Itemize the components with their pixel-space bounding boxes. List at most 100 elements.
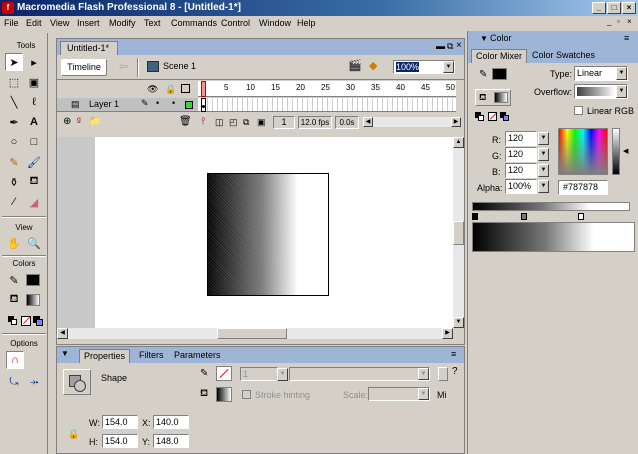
height-input[interactable]: 154.0	[102, 434, 138, 448]
hand-tool-icon[interactable]: ✋	[5, 234, 23, 252]
timeline-scroll-left-icon[interactable]: ◀	[363, 117, 373, 127]
brightness-pointer-icon[interactable]: ◀	[623, 147, 628, 155]
onion-outlines-icon[interactable]: ◰	[229, 117, 238, 128]
menu-view[interactable]: View	[50, 17, 69, 30]
scroll-up-icon[interactable]: ▲	[453, 137, 464, 148]
onion-skin-icon[interactable]: ◫	[215, 117, 224, 128]
blue-arrow-icon[interactable]: ▼	[538, 164, 549, 177]
menu-control[interactable]: Control	[221, 17, 250, 30]
doc-restore-button[interactable]: ▫	[617, 17, 620, 26]
stroke-height-arrow-icon[interactable]: ▼	[277, 368, 288, 381]
layer-name[interactable]: Layer 1	[89, 99, 119, 109]
fill-type-select[interactable]: Linear ▼	[574, 66, 628, 81]
tab-properties[interactable]: Properties	[79, 349, 131, 363]
menu-edit[interactable]: Edit	[26, 17, 42, 30]
insert-layer-icon[interactable]: ⊕	[63, 116, 71, 127]
overflow-arrow-icon[interactable]: ▼	[616, 85, 627, 98]
close-button[interactable]: ×	[622, 2, 636, 14]
keyframe[interactable]	[201, 98, 206, 112]
scroll-down-icon[interactable]: ▼	[453, 317, 464, 328]
menu-help[interactable]: Help	[297, 17, 316, 30]
lock-icon[interactable]: 🔒	[165, 84, 176, 95]
collapse-arrow-icon[interactable]: ▼	[61, 349, 69, 358]
color-collapse-arrow-icon[interactable]: ▼	[480, 34, 488, 43]
x-input[interactable]: 140.0	[153, 415, 189, 429]
stage-horizontal-scrollbar[interactable]: ◀ ▶	[57, 328, 453, 339]
color-panel-menu-icon[interactable]: ≡	[624, 33, 629, 43]
scroll-right-icon[interactable]: ▶	[442, 328, 453, 339]
modify-markers-icon[interactable]: ▣	[257, 117, 266, 128]
free-transform-tool-icon[interactable]: ⬚	[5, 73, 23, 91]
red-arrow-icon[interactable]: ▼	[538, 132, 549, 145]
scale-select[interactable]: ▼	[368, 387, 430, 401]
center-frame-icon[interactable]: ⫯	[201, 116, 205, 127]
tab-color-swatches[interactable]: Color Swatches	[528, 49, 599, 63]
mixer-fill-button[interactable]: ⛾	[475, 89, 511, 106]
menu-window[interactable]: Window	[259, 17, 291, 30]
color-spectrum-picker[interactable]	[558, 128, 608, 175]
scale-arrow-icon[interactable]: ▼	[418, 388, 429, 400]
pencil-tool-icon[interactable]: ✎	[5, 153, 23, 171]
black-white-icon[interactable]	[8, 316, 18, 326]
edit-symbols-icon[interactable]: ◆	[369, 59, 377, 72]
tab-parameters[interactable]: Parameters	[170, 349, 225, 363]
selection-tool-icon[interactable]: ➤	[5, 53, 23, 71]
document-tab[interactable]: Untitled-1*	[60, 41, 118, 55]
stroke-style-select[interactable]: ▼	[289, 367, 430, 381]
zoom-select[interactable]: 100% ▼	[393, 60, 455, 74]
minimize-button[interactable]: _	[592, 2, 606, 14]
frame-rate[interactable]: 12.0 fps	[298, 116, 332, 129]
doc-tab-restore-icon[interactable]: ⧉	[447, 41, 453, 52]
green-input[interactable]: 120	[505, 147, 537, 162]
edit-multiple-frames-icon[interactable]: ⧉	[243, 117, 249, 128]
gradient-shape[interactable]	[207, 173, 329, 296]
doc-tab-minimize-icon[interactable]: ▬	[436, 41, 445, 51]
straighten-icon[interactable]: ⤞	[25, 373, 43, 391]
mixer-stroke-swatch[interactable]	[492, 68, 507, 80]
stroke-color-none-swatch[interactable]	[216, 366, 232, 381]
help-icon[interactable]: ?	[452, 366, 458, 377]
green-arrow-icon[interactable]: ▼	[538, 148, 549, 161]
pen-tool-icon[interactable]: ✒	[5, 113, 23, 131]
fill-color-swatch[interactable]	[26, 294, 40, 306]
swap-colors-icon[interactable]	[33, 316, 43, 326]
line-tool-icon[interactable]: ╲	[5, 93, 23, 111]
mixer-swap-icon[interactable]	[500, 112, 509, 121]
doc-close-button[interactable]: ×	[627, 17, 632, 26]
edit-scene-icon[interactable]: 🎬	[348, 59, 362, 72]
text-tool-icon[interactable]: A	[25, 113, 43, 131]
constrain-lock-icon[interactable]: 🔒	[68, 429, 79, 440]
oval-tool-icon[interactable]: ○	[5, 133, 23, 151]
paint-bucket-tool-icon[interactable]: ⛾	[25, 173, 43, 191]
brush-tool-icon[interactable]: 🖌	[25, 153, 43, 171]
mixer-no-color-icon[interactable]	[488, 112, 497, 121]
stage[interactable]	[95, 137, 453, 328]
layer-row[interactable]: ▤ Layer 1 ✎ • •	[57, 98, 198, 112]
menu-commands[interactable]: Commands	[171, 17, 217, 30]
width-input[interactable]: 154.0	[102, 415, 138, 429]
rectangle-tool-icon[interactable]: □	[25, 133, 43, 151]
scroll-left-icon[interactable]: ◀	[57, 328, 68, 339]
back-arrow-icon[interactable]: ⇦	[119, 60, 128, 73]
no-color-icon[interactable]	[21, 316, 31, 326]
doc-tab-close-icon[interactable]: ×	[456, 40, 462, 51]
insert-folder-icon[interactable]: 📁	[89, 116, 101, 127]
subselection-tool-icon[interactable]: ▸	[25, 53, 43, 71]
doc-minimize-button[interactable]: _	[607, 17, 611, 26]
gradient-stop-white[interactable]	[578, 213, 584, 220]
stroke-style-arrow-icon[interactable]: ▼	[418, 368, 429, 380]
maximize-button[interactable]: □	[607, 2, 621, 14]
custom-stroke-button[interactable]	[438, 367, 448, 381]
linear-rgb-checkbox[interactable]	[574, 106, 583, 115]
tab-filters[interactable]: Filters	[135, 349, 168, 363]
smooth-icon[interactable]: ⤿	[5, 373, 23, 391]
frame-ruler[interactable]: 5 10 15 20 25 30 35 40 45 50	[198, 81, 456, 97]
timeline-toggle-button[interactable]: Timeline	[61, 59, 107, 76]
zoom-dropdown-arrow-icon[interactable]: ▼	[443, 61, 454, 73]
stroke-color-swatch[interactable]	[26, 274, 40, 286]
stage-vertical-scrollbar[interactable]: ▲ ▼	[453, 137, 464, 328]
add-motion-guide-icon[interactable]: ᵍ	[77, 116, 81, 127]
menu-modify[interactable]: Modify	[109, 17, 136, 30]
gradient-stop-gray[interactable]	[521, 213, 527, 220]
brightness-slider[interactable]	[612, 128, 620, 175]
